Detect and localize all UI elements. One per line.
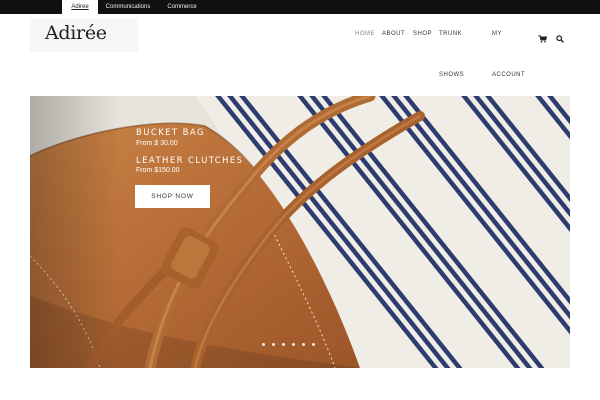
nav-my[interactable]: MY [492, 31, 502, 37]
tab-communications[interactable]: Communications [100, 0, 156, 14]
search-icon[interactable] [556, 30, 564, 48]
slider-dot[interactable] [302, 343, 305, 346]
nav-account[interactable]: ACCOUNT [492, 72, 525, 78]
slider-dots [262, 343, 315, 346]
slider-dot[interactable] [292, 343, 295, 346]
nav-home[interactable]: HOME [355, 31, 375, 37]
hero-slider: BUCKET BAG From $ 30.00 LEATHER CLUTCHES… [30, 96, 570, 368]
slide-title-bucket-bag: BUCKET BAG [136, 128, 205, 138]
nav-trunk[interactable]: TRUNK [439, 31, 462, 37]
hero-image [30, 96, 570, 368]
shop-now-button[interactable]: SHOP NOW [135, 185, 210, 208]
nav-shop[interactable]: SHOP [413, 31, 432, 37]
slider-dot[interactable] [282, 343, 285, 346]
slide-price-bucket-bag: From $ 30.00 [136, 140, 178, 147]
slider-dot[interactable] [272, 343, 275, 346]
nav-shows[interactable]: SHOWS [439, 72, 464, 78]
logo[interactable]: Adirée [30, 18, 138, 52]
logo-text: Adirée [45, 22, 107, 44]
slide-price-leather-clutches: From $150.00 [136, 167, 180, 174]
tab-adiree[interactable]: Adiree [62, 0, 98, 14]
nav-about[interactable]: ABOUT [382, 31, 405, 37]
cart-icon[interactable] [538, 30, 548, 48]
slide-title-leather-clutches: LEATHER CLUTCHES [136, 156, 244, 166]
slider-dot[interactable] [312, 343, 315, 346]
tab-commerce[interactable]: Commerce [160, 0, 204, 14]
top-bar: Adiree Communications Commerce [0, 0, 600, 14]
slider-dot[interactable] [262, 343, 265, 346]
